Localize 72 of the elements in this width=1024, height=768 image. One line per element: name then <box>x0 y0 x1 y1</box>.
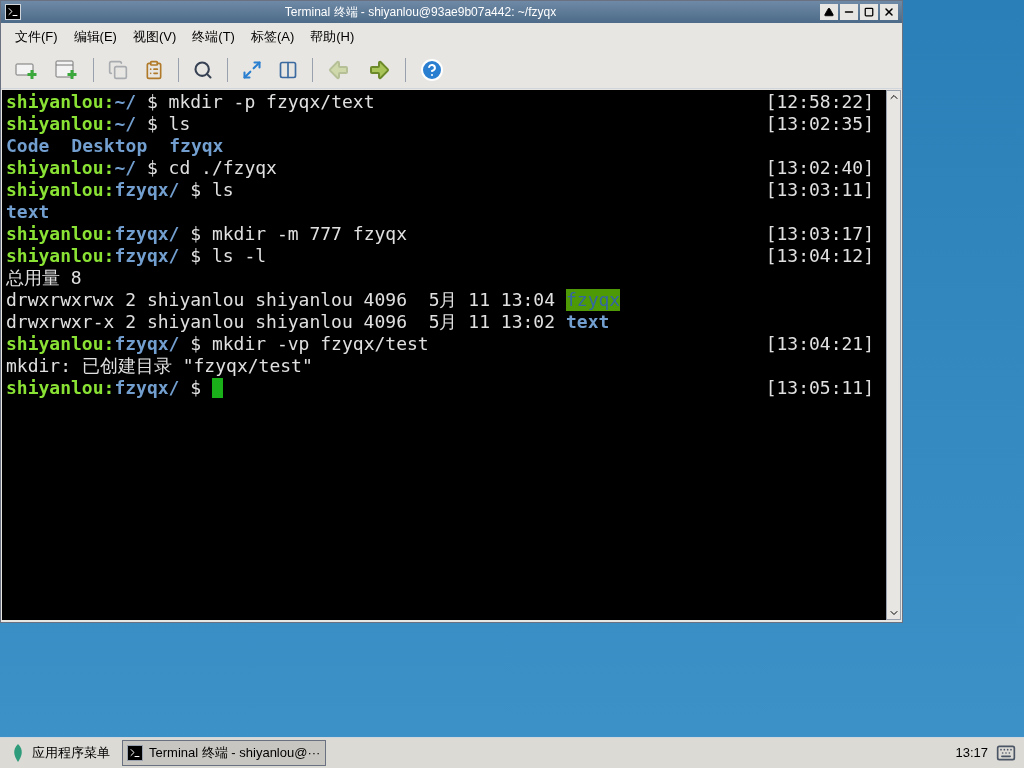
window-title: Terminal 终端 - shiyanlou@93ae9b07a442: ~/fzyqx <box>283 4 558 21</box>
timestamp: [13:05:11] <box>765 377 874 399</box>
menu-item[interactable]: 文件(F) <box>9 27 64 47</box>
prompt-user: shiyanlou: <box>6 245 115 267</box>
terminal-icon <box>5 4 21 20</box>
timestamp: [13:03:17] <box>765 223 874 245</box>
prompt-user: shiyanlou: <box>6 157 115 179</box>
directory-name: Code <box>6 135 50 157</box>
app-menu-button[interactable]: 应用程序菜单 <box>8 743 114 763</box>
timestamp: [13:04:21] <box>765 333 874 355</box>
command-text: $ ls <box>145 113 191 135</box>
prompt-user: shiyanlou: <box>6 223 115 245</box>
leaf-icon <box>12 744 24 762</box>
scrollbar[interactable] <box>886 90 901 620</box>
directory-name: text <box>566 311 610 333</box>
command-text: $ mkdir -m 777 fzyqx <box>189 223 407 245</box>
timestamp: [13:04:12] <box>765 245 874 267</box>
terminal-screen[interactable] <box>2 90 886 620</box>
prompt-user: shiyanlou: <box>6 377 115 399</box>
maximize-icon <box>864 7 874 17</box>
menu-item[interactable]: 终端(T) <box>186 27 241 47</box>
panes-icon <box>278 59 298 80</box>
prompt-path: ~/ <box>114 113 137 135</box>
terminal-icon <box>127 745 143 761</box>
prompt-path: ~/ <box>114 91 137 113</box>
directory-name: Desktop <box>71 135 148 157</box>
maximize-button[interactable] <box>860 4 878 20</box>
menu-item[interactable]: 标签(A) <box>244 27 301 47</box>
prompt-user: shiyanlou: <box>6 113 115 135</box>
copy-icon <box>108 59 128 80</box>
close-icon <box>883 6 895 18</box>
prompt-path: fzyqx/ <box>114 245 180 267</box>
timestamp: [12:58:22] <box>765 91 874 113</box>
clock: 13:17 <box>955 744 988 763</box>
timestamp: [13:02:35] <box>765 113 874 135</box>
new-window-icon <box>55 59 79 80</box>
keyboard-icon[interactable] <box>996 743 1016 763</box>
listing-text: drwxrwxrwx 2 shiyanlou shiyanlou 4096 5月 11 13:04 <box>6 289 555 311</box>
directory-name: fzyqx <box>566 289 621 311</box>
output-text: mkdir: 已创建目录 "fzyqx/test" <box>6 355 313 377</box>
paste-icon <box>144 59 164 80</box>
menu-item[interactable]: 帮助(H) <box>304 27 361 47</box>
command-text: $ mkdir -p fzyqx/text <box>145 91 375 113</box>
timestamp: [13:03:11] <box>765 179 874 201</box>
directory-name: text <box>6 201 50 223</box>
directory-name: fzyqx <box>169 135 224 157</box>
menu-item[interactable]: 编辑(E) <box>67 27 123 47</box>
output-text: 总用量 8 <box>6 267 82 289</box>
command-text: $ cd ./fzyqx <box>145 157 277 179</box>
timestamp: [13:02:40] <box>765 157 874 179</box>
search-icon <box>193 59 213 80</box>
prompt-path: fzyqx/ <box>114 377 180 399</box>
expand-icon <box>242 59 262 80</box>
help-icon <box>420 57 444 82</box>
menu-item[interactable]: 视图(V) <box>126 27 183 47</box>
prompt-path: fzyqx/ <box>114 179 180 201</box>
command-text: $ mkdir -vp fzyqx/test <box>189 333 429 355</box>
prompt-path: fzyqx/ <box>114 333 180 355</box>
shade-button[interactable] <box>820 4 838 20</box>
minimize-button[interactable] <box>840 4 858 20</box>
task-button[interactable]: Terminal 终端 - shiyanlou@··· <box>122 740 326 766</box>
prompt-user: shiyanlou: <box>6 179 115 201</box>
prompt-user: shiyanlou: <box>6 91 115 113</box>
triangle-icon <box>824 7 834 17</box>
prompt-user: shiyanlou: <box>6 333 115 355</box>
command-text: $ ls -l <box>189 245 267 267</box>
command-text: $ ls <box>189 179 234 201</box>
command-text: $ <box>189 377 202 399</box>
prompt-path: fzyqx/ <box>114 223 180 245</box>
listing-text: drwxrwxr-x 2 shiyanlou shiyanlou 4096 5月 11 13:02 <box>6 311 555 333</box>
prompt-path: ~/ <box>114 157 137 179</box>
close-button[interactable] <box>880 4 898 20</box>
